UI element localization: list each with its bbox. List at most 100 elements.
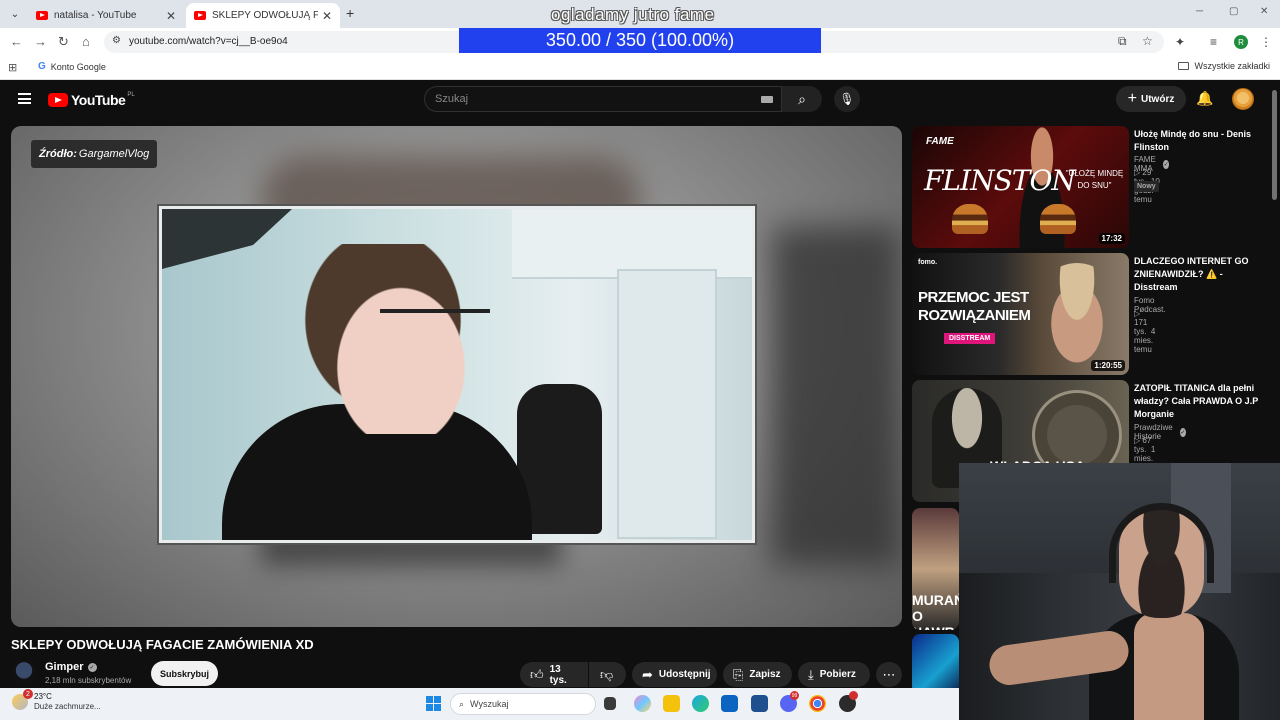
search-button[interactable]: ⌕ [782, 86, 822, 112]
store-icon[interactable] [751, 695, 768, 712]
share-button[interactable]: ➦ Udostępnij [632, 662, 717, 687]
tab-search-icon[interactable]: ⌄ [6, 5, 24, 23]
apps-grid-icon[interactable]: ⊞ [8, 61, 17, 74]
temperature: 23°C [34, 692, 52, 701]
channel-avatar[interactable] [11, 660, 37, 686]
home-icon[interactable]: ⌂ [82, 34, 90, 49]
youtube-play-icon [48, 93, 68, 107]
recommendation-item[interactable]: MURAŃ O NAWR [912, 508, 959, 630]
lamp-shade [162, 209, 292, 269]
voice-search-button[interactable]: 🎙 [834, 86, 860, 112]
notifications-bell-icon[interactable]: 🔔 [1196, 90, 1213, 107]
edge-icon[interactable] [692, 695, 709, 712]
new-badge: Nowy [1134, 181, 1159, 192]
door [617, 269, 717, 539]
menu-icon[interactable] [18, 93, 31, 104]
new-tab-icon[interactable]: + [346, 5, 354, 21]
plus-icon: + [1127, 90, 1137, 107]
create-button[interactable]: + Utwórz [1116, 86, 1186, 112]
back-icon[interactable]: ← [10, 34, 23, 49]
account-avatar[interactable] [1232, 88, 1254, 110]
subscriber-count: 2,18 mln subskrybentów [45, 676, 132, 685]
extensions-icon[interactable]: ✦ [1175, 35, 1185, 49]
thumbnail-brand: fomo. [918, 259, 938, 266]
youtube-logo[interactable]: YouTube PL [48, 92, 135, 108]
install-app-icon[interactable]: ⧉ [1118, 34, 1127, 49]
stream-progress-bar: 350.00 / 350 (100.00%) [459, 28, 821, 53]
search-input[interactable]: Szukaj [424, 86, 782, 112]
maximize-icon[interactable]: ▢ [1229, 6, 1238, 17]
browser-tab-1[interactable]: natalisa - YouTube ✕ [28, 3, 184, 28]
site-info-icon[interactable]: ⚙ [112, 35, 121, 46]
close-window-icon[interactable]: ✕ [1260, 6, 1268, 17]
verified-check-icon: ✓ [87, 662, 97, 672]
channel-name[interactable]: Gimper ✓ [45, 661, 97, 673]
all-bookmarks-label: Wszystkie zakładki [1194, 61, 1270, 71]
recommendation-item[interactable] [912, 634, 959, 694]
download-icon: ⤓ [808, 666, 814, 682]
streamer-chest [1134, 613, 1204, 720]
reading-list-icon[interactable]: ≡ [1210, 35, 1217, 49]
copilot-icon[interactable] [634, 695, 651, 712]
thumbnail-tag: DISSTREAM [944, 333, 996, 344]
video-thumbnail[interactable]: fomo. PRZEMOC JEST ROZWIĄZANIEM DISSTREA… [912, 253, 1129, 375]
video-duration: 17:32 [1098, 233, 1125, 244]
like-button[interactable]: 👍︎ 13 tys. [520, 662, 588, 687]
weather-widget[interactable]: 2 23°C Duże zachmurze... [12, 689, 101, 712]
video-thumbnail[interactable]: MURAŃ O NAWR [912, 508, 959, 630]
recommendation-title[interactable]: DLACZEGO INTERNET GO ZNIENAWIDZIŁ? ⚠️ - … [1134, 255, 1264, 294]
chrome-icon[interactable] [809, 695, 826, 712]
page-scrollbar[interactable] [1272, 90, 1277, 200]
bookmark-label: Konto Google [50, 61, 106, 72]
share-label: Udostępnij [658, 669, 711, 680]
more-actions-button[interactable]: ⋯ [876, 662, 902, 687]
video-thumbnail[interactable]: FAME FLINSTON "UŁOŻĘ MINDĘ DO SNU" 17:32 [912, 126, 1129, 248]
all-bookmarks[interactable]: Wszystkie zakładki [1178, 61, 1270, 71]
keyboard-icon[interactable] [761, 96, 773, 103]
task-view-icon[interactable] [604, 697, 616, 710]
close-tab-icon[interactable]: ✕ [166, 9, 176, 23]
bookmark-google-account[interactable]: G Konto Google [38, 61, 106, 72]
thumbnail-person [1037, 263, 1117, 373]
outlook-icon[interactable] [721, 695, 738, 712]
app-badge [849, 691, 858, 700]
taskbar-search[interactable]: ⌕ Wyszukaj [450, 693, 596, 715]
bookmarks-bar: ⊞ G Konto Google Wszystkie zakładki [0, 56, 1280, 80]
reload-icon[interactable]: ↻ [58, 34, 69, 50]
browser-tab-2-active[interactable]: SKLEPY ODWOŁUJĄ FAGACIE ZAMÓWIENIA XD ✕ [186, 3, 340, 28]
minimize-icon[interactable]: ─ [1196, 6, 1203, 17]
subscribe-button[interactable]: Subskrybuj [151, 661, 218, 686]
source-label: Źródło: [39, 148, 77, 160]
forward-icon[interactable]: → [34, 34, 47, 49]
thumbs-down-icon: 👎︎ [600, 666, 614, 682]
download-label: Pobierz [819, 669, 856, 680]
youtube-favicon-icon [194, 11, 206, 20]
close-tab-icon[interactable]: ✕ [322, 9, 332, 23]
dislike-button[interactable]: 👎︎ [589, 662, 626, 687]
bookmark-star-icon[interactable]: ☆ [1142, 34, 1153, 48]
taskbar-search-placeholder: Wyszukaj [470, 699, 509, 709]
windows-start-icon[interactable] [426, 696, 441, 711]
youtube-favicon-icon [36, 11, 48, 20]
bookmark-icon: ⎘ [733, 666, 744, 682]
thumbnail-brand: FAME [926, 136, 954, 147]
save-label: Zapisz [749, 669, 781, 680]
video-player[interactable]: Źródło: GargamelVlog [11, 126, 902, 627]
video-thumbnail[interactable] [912, 634, 959, 694]
recommendation-title[interactable]: ZATOPIŁ TITANICA dla pełni władzy? Cała … [1134, 382, 1264, 421]
tab-title: SKLEPY ODWOŁUJĄ FAGACIE ZAMÓWIENIA XD [212, 10, 318, 21]
thumbnail-text: MURAŃ O NAWR [912, 592, 959, 630]
folder-icon [1178, 62, 1190, 70]
view-count: 171 tys. [1134, 318, 1148, 336]
tab-title: natalisa - YouTube [54, 10, 137, 21]
download-button[interactable]: ⤓ Pobierz [798, 662, 870, 687]
profile-avatar[interactable]: R [1234, 35, 1248, 49]
windows-taskbar: 2 23°C Duże zachmurze... ⌕ Wyszukaj 99 [0, 688, 959, 720]
recommendation-title[interactable]: Ułożę Mindę do snu - Denis Flinston [1134, 128, 1264, 154]
browser-menu-icon[interactable]: ⋮ [1260, 35, 1272, 49]
save-button[interactable]: ⎘ Zapisz [723, 662, 792, 687]
thumbnail-text: FLINSTON [924, 164, 1076, 197]
file-explorer-icon[interactable] [663, 695, 680, 712]
microphone-icon: 🎙 [839, 92, 855, 106]
channel-name-text: Gimper [45, 661, 84, 673]
